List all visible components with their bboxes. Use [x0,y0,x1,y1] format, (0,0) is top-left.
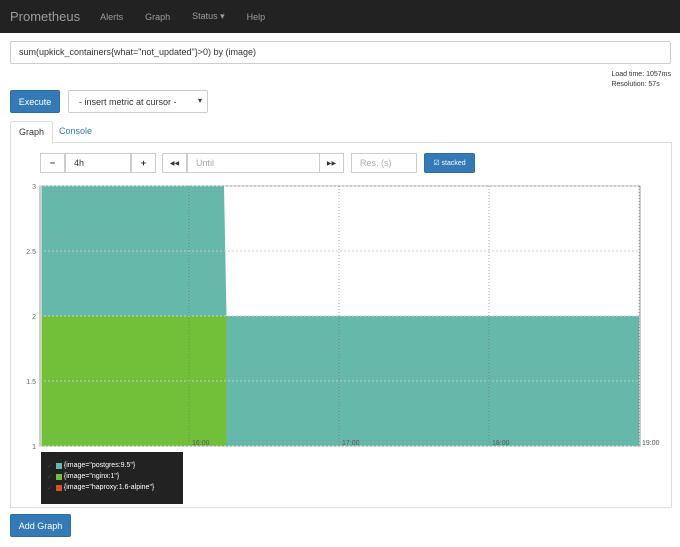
tab-graph[interactable]: Graph [10,121,54,144]
stacked-toggle[interactable]: ☑ stacked [424,153,475,173]
range-minus-button[interactable]: − [40,153,65,173]
until-input[interactable]: Until [187,153,320,173]
back-button[interactable]: ◀◀ [162,153,187,173]
legend-item[interactable]: ✓ {image="nginx:1"} [47,471,177,482]
tabs: Graph Console [10,121,672,144]
check-icon: ✓ [47,484,53,492]
navbar: Prometheus Alerts Graph Status ▾ Help [0,0,680,33]
forward-button[interactable]: ▶▶ [319,153,344,173]
metric-select[interactable]: - insert metric at cursor - [68,90,208,113]
swatch [55,484,62,491]
swatch [55,462,62,469]
legend: ✓ {image="postgres:9.5"} ✓ {image="nginx:1… [41,452,183,504]
legend-label: {image="nginx:1"} [63,473,120,480]
nav-status[interactable]: Status ▾ [192,11,225,22]
execute-button[interactable]: Execute [10,90,60,113]
check-icon: ✓ [47,462,53,470]
nav-graph[interactable]: Graph [145,12,170,22]
nav-help[interactable]: Help [247,12,266,22]
check-icon: ✓ [47,473,53,481]
legend-item[interactable]: ✓ {image="postgres:9.5"} [47,460,177,471]
brand[interactable]: Prometheus [10,9,80,24]
resolution-input[interactable]: Res. (s) [351,153,417,173]
expression-input[interactable]: sum(upkick_containers{what="not_updated"… [10,41,671,64]
query-meta: Load time: 1057ms Resolution: 57s [611,70,671,90]
resolution: Resolution: 57s [611,81,660,88]
load-time: Load time: 1057ms [611,71,671,78]
add-graph-button[interactable]: Add Graph [10,514,71,537]
legend-label: {image="haproxy:1.6-alpine"} [63,484,155,491]
range-input[interactable]: 4h [65,153,131,173]
legend-item[interactable]: ✓ {image="haproxy:1.6-alpine"} [47,482,177,493]
range-plus-button[interactable]: + [131,153,156,173]
tab-console[interactable]: Console [51,121,100,143]
swatch [55,473,62,480]
legend-label: {image="postgres:9.5"} [63,462,136,469]
nav-alerts[interactable]: Alerts [100,12,123,22]
